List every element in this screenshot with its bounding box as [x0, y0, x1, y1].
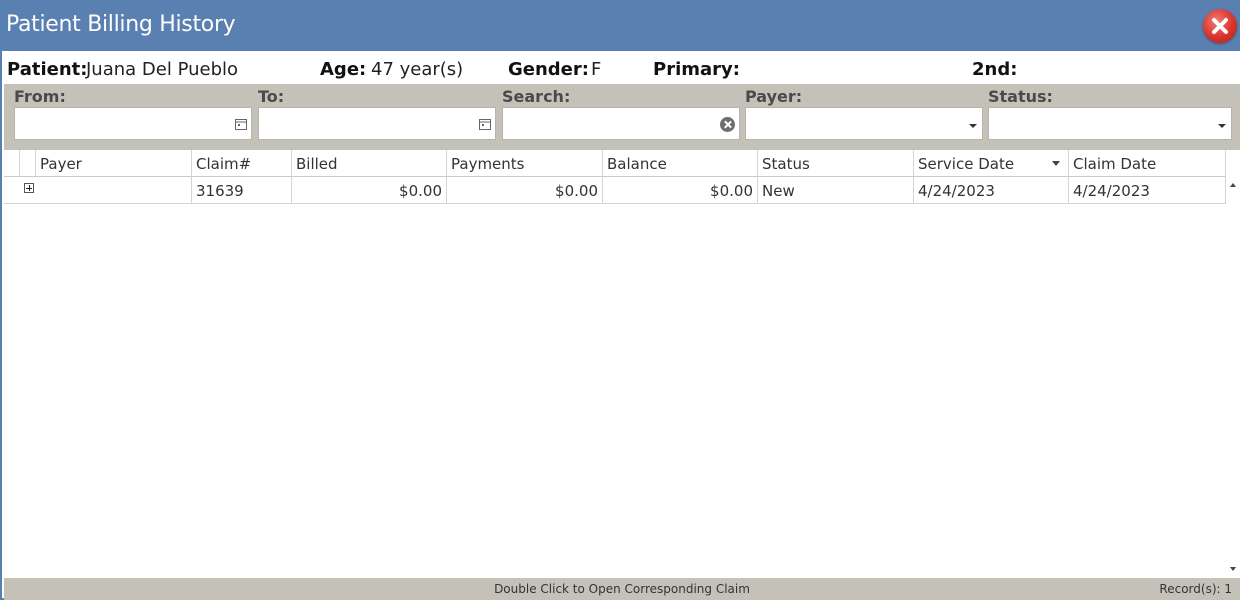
payments-cell: $0.00: [447, 177, 603, 203]
search-input[interactable]: [502, 107, 740, 140]
clear-search-icon[interactable]: [720, 117, 735, 132]
header-status[interactable]: Status: [758, 150, 914, 177]
scroll-down-icon[interactable]: [1230, 567, 1236, 571]
claim-cell: 31639: [192, 177, 292, 203]
header-spacer: [4, 150, 20, 177]
table-row[interactable]: 31639 $0.00 $0.00 $0.00 New 4/24/2023 4/…: [4, 177, 1226, 204]
header-claim-date[interactable]: Claim Date: [1069, 150, 1226, 177]
calendar-icon[interactable]: [235, 118, 247, 130]
status-hint: Double Click to Open Corresponding Claim: [494, 582, 750, 596]
header-expander-col: [20, 150, 36, 177]
window-title: Patient Billing History: [6, 12, 236, 37]
gender-label: Gender:: [508, 59, 589, 80]
second-label: 2nd:: [972, 59, 1018, 80]
payer-cell: [20, 177, 192, 203]
patient-info-row: Patient: Juana Del Pueblo Age: 47 year(s…: [2, 51, 1240, 84]
header-service-date[interactable]: Service Date: [914, 150, 1069, 177]
primary-label: Primary:: [653, 59, 740, 80]
search-label: Search:: [502, 87, 571, 106]
billed-cell: $0.00: [292, 177, 447, 203]
vertical-scrollbar[interactable]: [1226, 177, 1240, 577]
header-payer[interactable]: Payer: [36, 150, 192, 177]
payer-label: Payer:: [745, 87, 803, 106]
from-label: From:: [14, 87, 66, 106]
title-bar: Patient Billing History: [2, 0, 1240, 51]
claims-grid: Payer Claim# Billed Payments Balance Sta…: [4, 150, 1240, 578]
from-date-input[interactable]: [14, 107, 252, 140]
filter-bar: From: To: Search: Payer: Status:: [4, 84, 1240, 150]
chevron-down-icon[interactable]: [969, 124, 977, 128]
status-cell: New: [758, 177, 914, 203]
status-select[interactable]: [988, 107, 1232, 140]
header-balance[interactable]: Balance: [603, 150, 758, 177]
header-billed[interactable]: Billed: [292, 150, 447, 177]
scroll-up-icon[interactable]: [1230, 183, 1236, 187]
calendar-icon[interactable]: [479, 118, 491, 130]
age-label: Age:: [320, 59, 367, 80]
header-service-date-label: Service Date: [918, 155, 1015, 173]
age-value: 47 year(s): [371, 59, 464, 80]
close-icon: [1212, 18, 1228, 34]
header-payments[interactable]: Payments: [447, 150, 603, 177]
to-date-input[interactable]: [258, 107, 496, 140]
claim-date-cell: 4/24/2023: [1069, 177, 1226, 203]
status-label: Status:: [988, 87, 1053, 106]
to-label: To:: [258, 87, 285, 106]
status-bar: Double Click to Open Corresponding Claim…: [4, 578, 1240, 600]
gender-value: F: [591, 59, 602, 80]
payer-select[interactable]: [745, 107, 983, 140]
sort-descending-icon: [1052, 161, 1060, 166]
patient-label: Patient:: [7, 59, 88, 80]
record-count: Record(s): 1: [1159, 582, 1232, 596]
close-button[interactable]: [1203, 9, 1237, 43]
grid-header: Payer Claim# Billed Payments Balance Sta…: [4, 150, 1226, 177]
chevron-down-icon[interactable]: [1218, 124, 1226, 128]
header-claim[interactable]: Claim#: [192, 150, 292, 177]
patient-name: Juana Del Pueblo: [86, 59, 239, 80]
billing-history-window: Patient Billing History Patient: Juana D…: [0, 0, 1240, 600]
balance-cell: $0.00: [603, 177, 758, 203]
service-date-cell: 4/24/2023: [914, 177, 1069, 203]
expand-row-icon[interactable]: [24, 183, 34, 193]
